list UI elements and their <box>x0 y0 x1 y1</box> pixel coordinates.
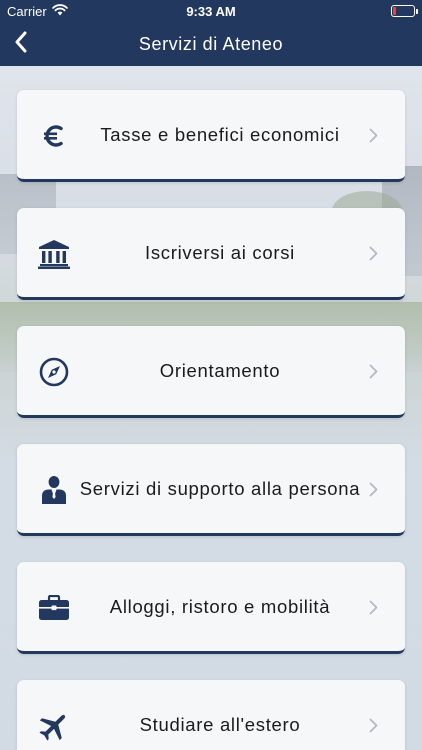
chevron-right-icon <box>367 362 379 380</box>
euro-icon <box>37 120 71 152</box>
bank-building-icon <box>37 238 71 270</box>
status-bar: Carrier 9:33 AM <box>0 0 422 22</box>
battery-icon <box>391 5 418 17</box>
menu-item-studiare-estero[interactable]: Studiare all'estero <box>17 680 405 750</box>
menu-item-label: Studiare all'estero <box>139 713 301 735</box>
menu-item-alloggi[interactable]: Alloggi, ristoro e mobilità <box>17 562 405 654</box>
chevron-right-icon <box>367 244 379 262</box>
page-title: Servizi di Ateneo <box>138 34 284 54</box>
menu-item-servizi-supporto[interactable]: Servizi di supporto alla persona <box>17 444 405 536</box>
menu-item-label: Tasse e benefici economici <box>100 123 340 145</box>
menu-item-tasse[interactable]: Tasse e benefici economici <box>17 90 405 182</box>
menu-item-label: Orientamento <box>159 359 281 381</box>
menu-item-label: Alloggi, ristoro e mobilità <box>109 595 331 617</box>
battery-level <box>393 7 396 15</box>
menu-item-label: Servizi di supporto alla persona <box>79 477 361 499</box>
chevron-right-icon <box>367 126 379 144</box>
chevron-right-icon <box>367 480 379 498</box>
chevron-right-icon <box>367 598 379 616</box>
menu-item-iscriversi[interactable]: Iscriversi ai corsi <box>17 208 405 300</box>
menu-item-orientamento[interactable]: Orientamento <box>17 326 405 418</box>
navigation-bar: Servizi di Ateneo <box>0 22 422 66</box>
compass-icon <box>37 356 71 388</box>
chevron-right-icon <box>367 716 379 734</box>
person-suit-icon <box>37 474 71 506</box>
airplane-icon <box>37 710 71 742</box>
briefcase-icon <box>37 592 71 624</box>
clock: 9:33 AM <box>186 4 236 19</box>
menu-item-label: Iscriversi ai corsi <box>144 241 295 263</box>
